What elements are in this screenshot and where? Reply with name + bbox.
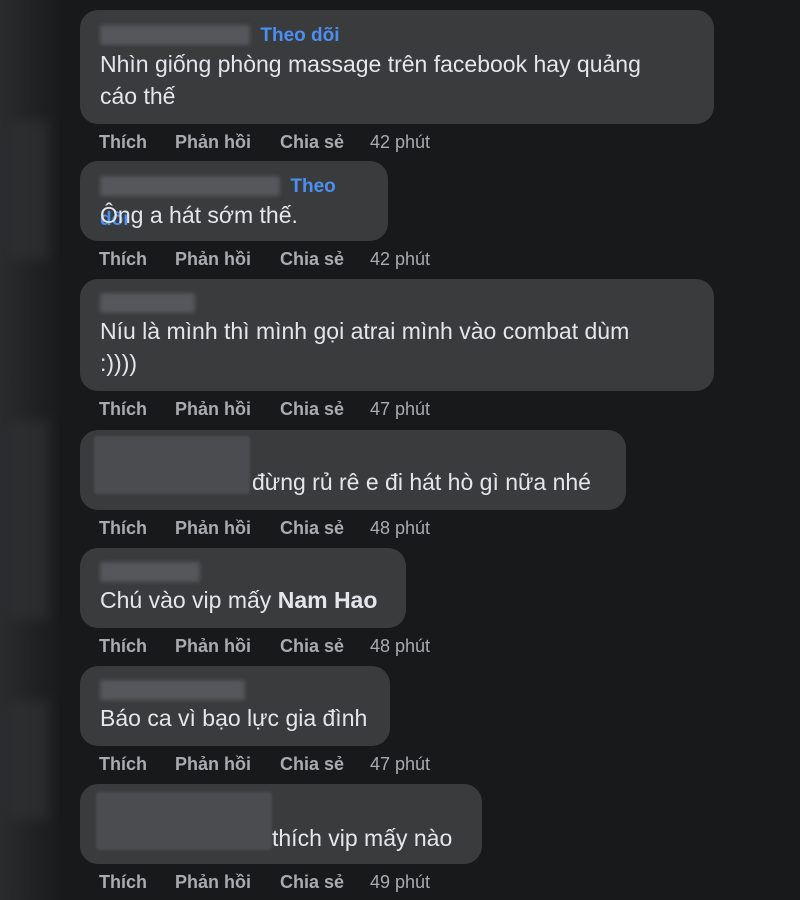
share-button[interactable]: Chia sẻ bbox=[280, 752, 344, 776]
reply-button[interactable]: Phản hồi bbox=[175, 130, 251, 154]
author-name-redacted[interactable] bbox=[100, 679, 245, 700]
comment-actions: Thích Phản hồi Chia sẻ 48 phút bbox=[80, 516, 626, 540]
comment-item: đừng rủ rê e đi hát hò gì nữa nhé Thích … bbox=[80, 430, 626, 540]
comment-actions: Thích Phản hồi Chia sẻ 42 phút bbox=[80, 130, 714, 154]
author-name-redacted[interactable] bbox=[96, 792, 272, 850]
comment-author-row bbox=[100, 674, 370, 702]
comment-bubble: Chú vào vip mấy Nam Hao bbox=[80, 548, 406, 628]
like-button[interactable]: Thích bbox=[99, 752, 147, 776]
comment-text: đừng rủ rê e đi hát hò gì nữa nhé bbox=[252, 469, 591, 495]
left-panel-blurred bbox=[0, 0, 60, 900]
like-button[interactable]: Thích bbox=[99, 397, 147, 421]
comment-author-row: Theo dõi bbox=[100, 169, 368, 230]
comment-actions: Thích Phản hồi Chia sẻ 47 phút bbox=[80, 752, 430, 776]
reply-button[interactable]: Phản hồi bbox=[175, 634, 251, 658]
blurred-region bbox=[8, 120, 48, 260]
comment-item: Níu là mình thì mình gọi atrai mình vào … bbox=[80, 279, 714, 421]
like-button[interactable]: Thích bbox=[99, 870, 147, 894]
comment-bubble: Níu là mình thì mình gọi atrai mình vào … bbox=[80, 279, 714, 391]
comment-actions: Thích Phản hồi Chia sẻ 47 phút bbox=[80, 397, 714, 421]
comment-bubble: đừng rủ rê e đi hát hò gì nữa nhé bbox=[80, 430, 626, 510]
comment-bubble: Theo dõi Nhìn giống phòng massage trên f… bbox=[80, 10, 714, 124]
comment-item: Chú vào vip mấy Nam Hao Thích Phản hồi C… bbox=[80, 548, 430, 658]
comment-text: Ông a hát sớm thế. bbox=[100, 202, 298, 228]
reply-button[interactable]: Phản hồi bbox=[175, 397, 251, 421]
comment-timestamp[interactable]: 42 phút bbox=[370, 247, 430, 271]
share-button[interactable]: Chia sẻ bbox=[280, 870, 344, 894]
share-button[interactable]: Chia sẻ bbox=[280, 634, 344, 658]
share-button[interactable]: Chia sẻ bbox=[280, 516, 344, 540]
comment-text: :)))) bbox=[100, 350, 138, 376]
comment-text: thích vip mấy nào bbox=[272, 825, 453, 851]
reply-button[interactable]: Phản hồi bbox=[175, 247, 251, 271]
comment-author-row bbox=[100, 287, 694, 315]
comment-text: Báo ca vì bạo lực gia đình bbox=[100, 705, 368, 731]
reply-button[interactable]: Phản hồi bbox=[175, 752, 251, 776]
comment-actions: Thích Phản hồi Chia sẻ 49 phút bbox=[80, 870, 482, 894]
author-name-redacted[interactable] bbox=[94, 436, 250, 494]
reply-button[interactable]: Phản hồi bbox=[175, 870, 251, 894]
comment-item: Báo ca vì bạo lực gia đình Thích Phản hồ… bbox=[80, 666, 430, 776]
comment-bubble: Theo dõi Ông a hát sớm thế. bbox=[80, 161, 388, 241]
comment-timestamp[interactable]: 47 phút bbox=[370, 397, 430, 421]
like-button[interactable]: Thích bbox=[99, 634, 147, 658]
follow-link[interactable]: Theo dõi bbox=[260, 25, 339, 46]
comment-timestamp[interactable]: 47 phút bbox=[370, 752, 430, 776]
author-name-redacted[interactable] bbox=[100, 175, 280, 196]
comment-text-row: Chú vào vip mấy Nam Hao bbox=[100, 584, 386, 616]
comment-timestamp[interactable]: 42 phút bbox=[370, 130, 430, 154]
comment-timestamp[interactable]: 48 phút bbox=[370, 634, 430, 658]
author-name-redacted[interactable] bbox=[100, 561, 200, 582]
comment-text: Nhìn giống phòng massage trên facebook h… bbox=[100, 51, 641, 77]
comment-text: Níu là mình thì mình gọi atrai mình vào … bbox=[100, 318, 630, 344]
comment-actions: Thích Phản hồi Chia sẻ 48 phút bbox=[80, 634, 430, 658]
comment-timestamp[interactable]: 48 phút bbox=[370, 516, 430, 540]
comment-author-row: Theo dõi bbox=[100, 18, 694, 48]
author-name-redacted[interactable] bbox=[100, 292, 195, 313]
share-button[interactable]: Chia sẻ bbox=[280, 247, 344, 271]
share-button[interactable]: Chia sẻ bbox=[280, 130, 344, 154]
blurred-region bbox=[8, 700, 48, 820]
comment-item: Theo dõi Ông a hát sớm thế. Thích Phản h… bbox=[80, 161, 430, 271]
like-button[interactable]: Thích bbox=[99, 516, 147, 540]
mention-link[interactable]: Nam Hao bbox=[278, 587, 378, 613]
comment-text: cáo thế bbox=[100, 83, 176, 109]
comments-page: Theo dõi Nhìn giống phòng massage trên f… bbox=[0, 0, 800, 900]
comment-item: Theo dõi Nhìn giống phòng massage trên f… bbox=[80, 10, 714, 154]
comment-timestamp[interactable]: 49 phút bbox=[370, 870, 430, 894]
comment-author-row bbox=[100, 556, 386, 584]
comment-actions: Thích Phản hồi Chia sẻ 42 phút bbox=[80, 247, 430, 271]
comment-bubble: thích vip mấy nào bbox=[80, 784, 482, 864]
comment-bubble: Báo ca vì bạo lực gia đình bbox=[80, 666, 390, 746]
like-button[interactable]: Thích bbox=[99, 247, 147, 271]
comment-item: thích vip mấy nào Thích Phản hồi Chia sẻ… bbox=[80, 784, 482, 894]
like-button[interactable]: Thích bbox=[99, 130, 147, 154]
share-button[interactable]: Chia sẻ bbox=[280, 397, 344, 421]
author-name-redacted[interactable] bbox=[100, 24, 250, 45]
reply-button[interactable]: Phản hồi bbox=[175, 516, 251, 540]
comment-text: Chú vào vip mấy bbox=[100, 587, 278, 613]
blurred-region bbox=[8, 420, 48, 620]
